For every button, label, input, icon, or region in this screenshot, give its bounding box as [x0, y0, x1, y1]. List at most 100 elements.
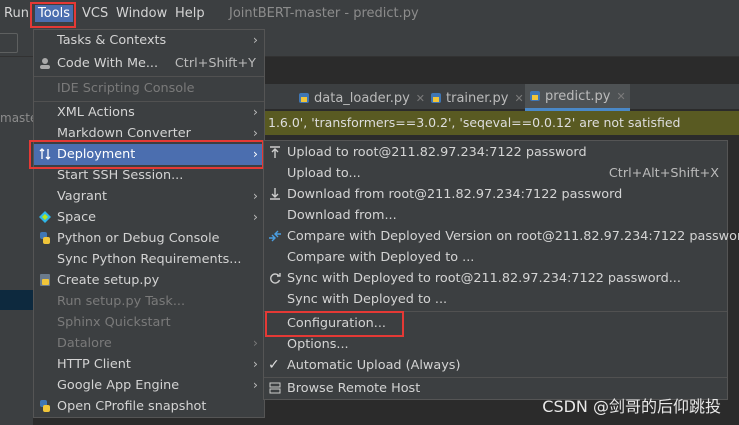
menu-item-vagrant[interactable]: Vagrant ›	[34, 186, 264, 207]
menu-item-open-cprofile-snapshot[interactable]: Open CProfile snapshot	[34, 396, 264, 417]
python-icon	[40, 400, 50, 412]
menu-item-run-setup-py-task[interactable]: Run setup.py Task...	[34, 291, 264, 312]
tab-data-loader[interactable]: data_loader.py ✕	[298, 87, 425, 109]
menu-item-upload-to[interactable]: Upload to... Ctrl+Alt+Shift+X	[264, 163, 727, 184]
menu-item-label: Compare with Deployed Version on root@21…	[287, 229, 739, 244]
python-file-icon	[431, 93, 441, 103]
menu-item-compare-deployed-version[interactable]: Compare with Deployed Version on root@21…	[264, 226, 739, 247]
compare-icon	[269, 230, 281, 242]
menu-item-python-debug-console[interactable]: Python or Debug Console	[34, 228, 264, 249]
tools-menu: Tasks & Contexts › Code With Me... Ctrl+Sh…	[33, 29, 265, 418]
menu-item-label: Sync with Deployed to ...	[287, 292, 448, 307]
menu-item-download-from[interactable]: Download from...	[264, 205, 727, 226]
menu-item-sphinx-quickstart[interactable]: Sphinx Quickstart	[34, 312, 264, 333]
menu-item-label: Markdown Converter	[57, 126, 191, 141]
menu-item-ide-scripting-console[interactable]: IDE Scripting Console	[34, 78, 264, 99]
menu-item-label: Code With Me...	[57, 56, 159, 71]
menu-item-sync-deployed-server[interactable]: Sync with Deployed to root@211.82.97.234…	[264, 268, 727, 289]
menu-item-label: Upload to root@211.82.97.234:7122 passwo…	[287, 145, 587, 160]
menu-item-label: Tasks & Contexts	[57, 33, 167, 48]
chevron-right-icon: ›	[252, 210, 258, 225]
menu-item-label: Sync Python Requirements...	[57, 252, 242, 267]
python-file-icon	[40, 274, 50, 286]
menu-item-xml-actions[interactable]: XML Actions ›	[34, 102, 264, 123]
toolbar-button[interactable]	[0, 33, 18, 53]
menu-bar: Run Tools VCS Window Help JointBERT-mast…	[0, 0, 739, 29]
menu-item-automatic-upload[interactable]: ✓ Automatic Upload (Always)	[264, 355, 727, 376]
menu-item-label: Vagrant	[57, 189, 107, 204]
menu-separator	[34, 76, 264, 77]
menu-item-label: Datalore	[57, 336, 112, 351]
menu-item-label: Start SSH Session...	[57, 168, 184, 183]
menu-item-label: Browse Remote Host	[287, 381, 421, 396]
menu-vcs[interactable]: VCS	[82, 6, 108, 21]
menu-item-http-client[interactable]: HTTP Client ›	[34, 354, 264, 375]
upload-icon	[270, 146, 280, 158]
menu-item-download-from-server[interactable]: Download from root@211.82.97.234:7122 pa…	[264, 184, 727, 205]
menu-item-label: HTTP Client	[57, 357, 131, 372]
menu-item-datalore[interactable]: Datalore ›	[34, 333, 264, 354]
menu-item-options[interactable]: Options...	[264, 334, 727, 355]
python-icon	[40, 232, 50, 244]
menu-item-label: XML Actions	[57, 105, 135, 120]
window-title: JointBERT-master - predict.py	[229, 6, 419, 21]
deployment-submenu: Upload to root@211.82.97.234:7122 passwo…	[263, 140, 739, 400]
menu-item-label: Create setup.py	[57, 273, 160, 288]
requirements-warning-banner: 1.6.0', 'transformers==3.0.2', 'seqeval=…	[263, 111, 739, 135]
highlight-configuration	[265, 311, 404, 337]
menu-item-label: Python or Debug Console	[57, 231, 220, 246]
menu-item-space[interactable]: Space ›	[34, 207, 264, 228]
user-icon	[40, 58, 50, 69]
menu-item-label: Download from root@211.82.97.234:7122 pa…	[287, 187, 623, 202]
menu-item-label: Upload to...	[287, 166, 361, 181]
watermark: CSDN @剑哥的后仰跳投	[542, 397, 721, 416]
python-file-icon	[530, 91, 540, 101]
menu-item-label: Google App Engine	[57, 378, 180, 393]
menu-item-sync-deployed-to[interactable]: Sync with Deployed to ...	[264, 289, 727, 310]
server-icon	[269, 382, 281, 394]
menu-window[interactable]: Window	[116, 6, 167, 21]
chevron-right-icon: ›	[252, 33, 258, 48]
menu-item-google-app-engine[interactable]: Google App Engine ›	[34, 375, 264, 396]
menu-item-label: Run setup.py Task...	[57, 294, 186, 309]
tab-label: data_loader.py	[314, 90, 410, 106]
selected-row[interactable]	[0, 290, 33, 310]
python-file-icon	[299, 93, 309, 103]
close-icon[interactable]: ✕	[515, 92, 524, 105]
chevron-right-icon: ›	[252, 336, 258, 351]
menu-item-label: Space	[57, 210, 96, 225]
editor-tabs: data_loader.py ✕ trainer.py ✕ predict.py…	[263, 84, 739, 111]
space-icon	[39, 211, 51, 223]
menu-item-upload-to-server[interactable]: Upload to root@211.82.97.234:7122 passwo…	[264, 142, 727, 163]
menu-item-label: Options...	[287, 337, 349, 352]
menu-item-code-with-me[interactable]: Code With Me... Ctrl+Shift+Y	[34, 53, 264, 74]
menu-item-sync-python-requirements[interactable]: Sync Python Requirements...	[34, 249, 264, 270]
menu-item-label: Compare with Deployed to ...	[287, 250, 475, 265]
menu-item-compare-deployed-to[interactable]: Compare with Deployed to ...	[264, 247, 727, 268]
chevron-right-icon: ›	[252, 357, 258, 372]
checkmark-icon: ✓	[268, 357, 280, 373]
menu-item-label: Open CProfile snapshot	[57, 399, 207, 414]
tab-predict[interactable]: predict.py ✕	[525, 84, 630, 111]
tab-label: predict.py	[545, 88, 611, 104]
sync-icon	[270, 273, 281, 284]
download-icon	[270, 188, 280, 200]
menu-item-label: Automatic Upload (Always)	[287, 358, 461, 373]
close-icon[interactable]: ✕	[416, 92, 425, 105]
menu-item-create-setup-py[interactable]: Create setup.py	[34, 270, 264, 291]
tab-label: trainer.py	[446, 90, 509, 106]
menu-item-tasks-contexts[interactable]: Tasks & Contexts ›	[34, 30, 264, 51]
chevron-right-icon: ›	[252, 189, 258, 204]
chevron-right-icon: ›	[252, 105, 258, 120]
menu-item-label: Sync with Deployed to root@211.82.97.234…	[287, 271, 681, 286]
tab-trainer[interactable]: trainer.py ✕	[430, 87, 524, 109]
menu-help[interactable]: Help	[175, 6, 205, 21]
shortcut-label: Ctrl+Shift+Y	[174, 56, 256, 71]
menu-item-label: IDE Scripting Console	[57, 81, 195, 96]
menu-run[interactable]: Run	[4, 6, 29, 21]
chevron-right-icon: ›	[252, 378, 258, 393]
menu-item-label: Sphinx Quickstart	[57, 315, 171, 330]
close-icon[interactable]: ✕	[617, 90, 626, 103]
shortcut-label: Ctrl+Alt+Shift+X	[608, 166, 719, 181]
highlight-deployment	[29, 140, 264, 169]
